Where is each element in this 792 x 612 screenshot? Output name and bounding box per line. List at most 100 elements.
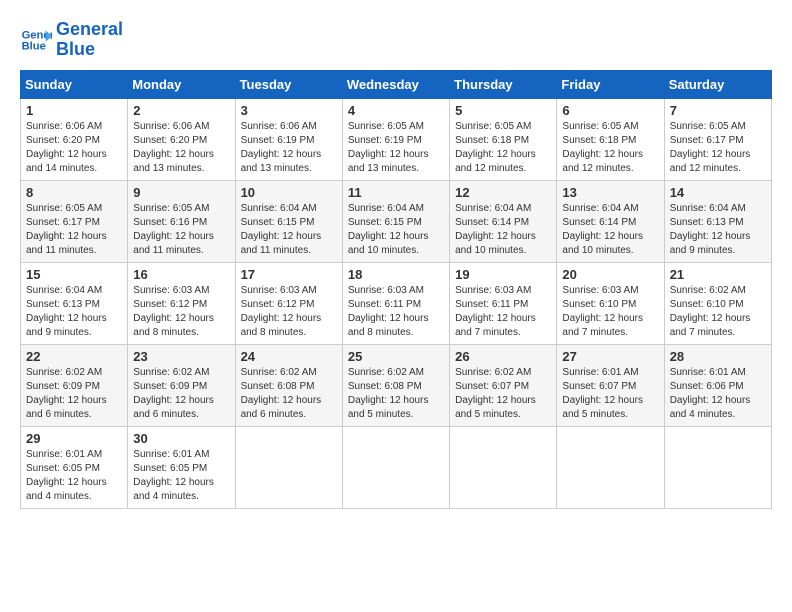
calendar-cell: 5 Sunrise: 6:05 AM Sunset: 6:18 PM Dayli… [450, 98, 557, 180]
day-number: 25 [348, 349, 444, 364]
calendar-cell: 19 Sunrise: 6:03 AM Sunset: 6:11 PM Dayl… [450, 262, 557, 344]
calendar-cell: 21 Sunrise: 6:02 AM Sunset: 6:10 PM Dayl… [664, 262, 771, 344]
calendar-cell [235, 426, 342, 508]
day-info: Sunrise: 6:02 AM Sunset: 6:08 PM Dayligh… [241, 366, 337, 422]
day-number: 27 [562, 349, 658, 364]
day-number: 9 [133, 185, 229, 200]
day-info: Sunrise: 6:05 AM Sunset: 6:19 PM Dayligh… [348, 120, 444, 176]
day-number: 5 [455, 103, 551, 118]
day-info: Sunrise: 6:04 AM Sunset: 6:13 PM Dayligh… [670, 202, 766, 258]
day-info: Sunrise: 6:05 AM Sunset: 6:18 PM Dayligh… [562, 120, 658, 176]
day-number: 11 [348, 185, 444, 200]
day-info: Sunrise: 6:03 AM Sunset: 6:11 PM Dayligh… [348, 284, 444, 340]
calendar-cell: 2 Sunrise: 6:06 AM Sunset: 6:20 PM Dayli… [128, 98, 235, 180]
svg-text:Blue: Blue [22, 40, 46, 52]
day-number: 14 [670, 185, 766, 200]
week-row-3: 15 Sunrise: 6:04 AM Sunset: 6:13 PM Dayl… [21, 262, 772, 344]
calendar-cell: 26 Sunrise: 6:02 AM Sunset: 6:07 PM Dayl… [450, 344, 557, 426]
day-info: Sunrise: 6:01 AM Sunset: 6:05 PM Dayligh… [133, 448, 229, 504]
calendar-cell: 10 Sunrise: 6:04 AM Sunset: 6:15 PM Dayl… [235, 180, 342, 262]
day-info: Sunrise: 6:04 AM Sunset: 6:15 PM Dayligh… [348, 202, 444, 258]
calendar-cell: 14 Sunrise: 6:04 AM Sunset: 6:13 PM Dayl… [664, 180, 771, 262]
day-number: 8 [26, 185, 122, 200]
header-saturday: Saturday [664, 70, 771, 98]
day-info: Sunrise: 6:06 AM Sunset: 6:20 PM Dayligh… [133, 120, 229, 176]
calendar-cell: 12 Sunrise: 6:04 AM Sunset: 6:14 PM Dayl… [450, 180, 557, 262]
day-info: Sunrise: 6:03 AM Sunset: 6:10 PM Dayligh… [562, 284, 658, 340]
calendar-cell: 23 Sunrise: 6:02 AM Sunset: 6:09 PM Dayl… [128, 344, 235, 426]
header-thursday: Thursday [450, 70, 557, 98]
day-number: 15 [26, 267, 122, 282]
calendar-cell: 4 Sunrise: 6:05 AM Sunset: 6:19 PM Dayli… [342, 98, 449, 180]
calendar-cell [557, 426, 664, 508]
day-number: 13 [562, 185, 658, 200]
day-number: 29 [26, 431, 122, 446]
day-info: Sunrise: 6:04 AM Sunset: 6:13 PM Dayligh… [26, 284, 122, 340]
day-number: 3 [241, 103, 337, 118]
day-number: 17 [241, 267, 337, 282]
day-number: 30 [133, 431, 229, 446]
day-number: 20 [562, 267, 658, 282]
day-number: 12 [455, 185, 551, 200]
calendar-cell: 20 Sunrise: 6:03 AM Sunset: 6:10 PM Dayl… [557, 262, 664, 344]
day-number: 21 [670, 267, 766, 282]
header-wednesday: Wednesday [342, 70, 449, 98]
day-info: Sunrise: 6:05 AM Sunset: 6:17 PM Dayligh… [670, 120, 766, 176]
day-number: 22 [26, 349, 122, 364]
calendar-cell: 28 Sunrise: 6:01 AM Sunset: 6:06 PM Dayl… [664, 344, 771, 426]
calendar-cell: 15 Sunrise: 6:04 AM Sunset: 6:13 PM Dayl… [21, 262, 128, 344]
calendar-cell: 24 Sunrise: 6:02 AM Sunset: 6:08 PM Dayl… [235, 344, 342, 426]
day-info: Sunrise: 6:04 AM Sunset: 6:15 PM Dayligh… [241, 202, 337, 258]
day-number: 28 [670, 349, 766, 364]
calendar-cell: 16 Sunrise: 6:03 AM Sunset: 6:12 PM Dayl… [128, 262, 235, 344]
header-tuesday: Tuesday [235, 70, 342, 98]
day-number: 26 [455, 349, 551, 364]
week-row-1: 1 Sunrise: 6:06 AM Sunset: 6:20 PM Dayli… [21, 98, 772, 180]
day-number: 6 [562, 103, 658, 118]
day-info: Sunrise: 6:01 AM Sunset: 6:05 PM Dayligh… [26, 448, 122, 504]
day-number: 4 [348, 103, 444, 118]
calendar-cell: 22 Sunrise: 6:02 AM Sunset: 6:09 PM Dayl… [21, 344, 128, 426]
day-number: 19 [455, 267, 551, 282]
calendar-cell: 11 Sunrise: 6:04 AM Sunset: 6:15 PM Dayl… [342, 180, 449, 262]
calendar-header-row: SundayMondayTuesdayWednesdayThursdayFrid… [21, 70, 772, 98]
header-monday: Monday [128, 70, 235, 98]
page-header: General Blue General Blue [20, 20, 772, 60]
calendar-cell: 6 Sunrise: 6:05 AM Sunset: 6:18 PM Dayli… [557, 98, 664, 180]
calendar-cell: 1 Sunrise: 6:06 AM Sunset: 6:20 PM Dayli… [21, 98, 128, 180]
day-number: 18 [348, 267, 444, 282]
calendar-cell: 27 Sunrise: 6:01 AM Sunset: 6:07 PM Dayl… [557, 344, 664, 426]
day-info: Sunrise: 6:02 AM Sunset: 6:08 PM Dayligh… [348, 366, 444, 422]
calendar-cell: 17 Sunrise: 6:03 AM Sunset: 6:12 PM Dayl… [235, 262, 342, 344]
day-info: Sunrise: 6:05 AM Sunset: 6:16 PM Dayligh… [133, 202, 229, 258]
day-info: Sunrise: 6:04 AM Sunset: 6:14 PM Dayligh… [455, 202, 551, 258]
header-friday: Friday [557, 70, 664, 98]
day-info: Sunrise: 6:05 AM Sunset: 6:17 PM Dayligh… [26, 202, 122, 258]
day-info: Sunrise: 6:04 AM Sunset: 6:14 PM Dayligh… [562, 202, 658, 258]
day-info: Sunrise: 6:06 AM Sunset: 6:20 PM Dayligh… [26, 120, 122, 176]
day-info: Sunrise: 6:06 AM Sunset: 6:19 PM Dayligh… [241, 120, 337, 176]
calendar-cell [342, 426, 449, 508]
day-number: 1 [26, 103, 122, 118]
calendar-cell: 30 Sunrise: 6:01 AM Sunset: 6:05 PM Dayl… [128, 426, 235, 508]
header-sunday: Sunday [21, 70, 128, 98]
day-info: Sunrise: 6:01 AM Sunset: 6:07 PM Dayligh… [562, 366, 658, 422]
calendar-cell: 25 Sunrise: 6:02 AM Sunset: 6:08 PM Dayl… [342, 344, 449, 426]
week-row-2: 8 Sunrise: 6:05 AM Sunset: 6:17 PM Dayli… [21, 180, 772, 262]
calendar-cell: 18 Sunrise: 6:03 AM Sunset: 6:11 PM Dayl… [342, 262, 449, 344]
day-number: 24 [241, 349, 337, 364]
day-info: Sunrise: 6:02 AM Sunset: 6:10 PM Dayligh… [670, 284, 766, 340]
calendar-cell [450, 426, 557, 508]
day-number: 10 [241, 185, 337, 200]
day-number: 16 [133, 267, 229, 282]
calendar-cell: 29 Sunrise: 6:01 AM Sunset: 6:05 PM Dayl… [21, 426, 128, 508]
week-row-4: 22 Sunrise: 6:02 AM Sunset: 6:09 PM Dayl… [21, 344, 772, 426]
week-row-5: 29 Sunrise: 6:01 AM Sunset: 6:05 PM Dayl… [21, 426, 772, 508]
day-info: Sunrise: 6:03 AM Sunset: 6:11 PM Dayligh… [455, 284, 551, 340]
day-number: 7 [670, 103, 766, 118]
calendar-cell: 7 Sunrise: 6:05 AM Sunset: 6:17 PM Dayli… [664, 98, 771, 180]
calendar-cell: 3 Sunrise: 6:06 AM Sunset: 6:19 PM Dayli… [235, 98, 342, 180]
day-info: Sunrise: 6:02 AM Sunset: 6:09 PM Dayligh… [133, 366, 229, 422]
day-info: Sunrise: 6:05 AM Sunset: 6:18 PM Dayligh… [455, 120, 551, 176]
day-info: Sunrise: 6:03 AM Sunset: 6:12 PM Dayligh… [241, 284, 337, 340]
